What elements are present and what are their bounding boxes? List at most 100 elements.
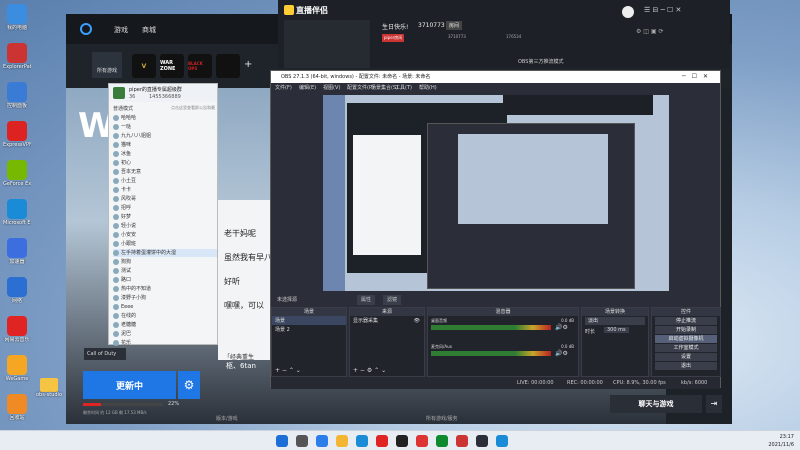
live-room-tag[interactable]: 房间 xyxy=(446,21,463,30)
mixer-mic-mute-icon[interactable]: 🔊⚙ xyxy=(555,350,568,357)
clock[interactable]: 23:17 2021/11/6 xyxy=(768,433,794,449)
user-avatar[interactable] xyxy=(622,6,634,18)
member-row[interactable]: 老糖糖 xyxy=(113,321,217,329)
desktop-folder[interactable]: obs-studio xyxy=(34,378,64,398)
obs-preview[interactable] xyxy=(323,95,669,291)
member-row[interactable]: 初心 xyxy=(113,159,217,167)
taskbar-app-icon[interactable] xyxy=(356,435,368,447)
member-row[interactable]: 猫咪 xyxy=(113,141,217,149)
member-row[interactable]: 好梦 xyxy=(113,213,217,221)
member-row[interactable]: 卡卡 xyxy=(113,186,217,194)
game-version-select[interactable]: Call of Duty xyxy=(84,348,126,360)
member-row[interactable]: 热中的不知道 xyxy=(113,285,217,293)
scene-add-remove[interactable]: + − ⌃ ⌄ xyxy=(275,367,301,374)
member-row[interactable]: 花乐 xyxy=(113,339,217,347)
source-visibility-eye-icon[interactable]: 👁 xyxy=(414,318,420,324)
filters-button[interactable]: 滤镜 xyxy=(383,295,402,305)
desktop-icon[interactable]: 加速器 xyxy=(3,238,31,265)
member-row[interactable]: 一哒 xyxy=(113,123,217,131)
taskbar-app-icon[interactable] xyxy=(316,435,328,447)
live-room-id: 3710773 xyxy=(418,22,445,29)
all-games-tile[interactable]: 所有游戏 xyxy=(92,52,122,78)
member-row[interactable]: 泥巴 xyxy=(113,330,217,338)
obs-menu-item[interactable]: 配置文件(P) xyxy=(347,83,374,93)
control-button[interactable]: 退出 xyxy=(655,362,717,370)
desktop-icon[interactable]: 网易云音乐 xyxy=(3,316,31,343)
update-button[interactable]: 更新中 xyxy=(83,371,176,399)
live-window-controls[interactable]: ☰ ⊟ ─ ☐ ✕ xyxy=(644,6,681,14)
control-button[interactable]: 设置 xyxy=(655,353,717,361)
desktop-icon[interactable]: 网络 xyxy=(3,277,31,304)
launcher-logo-icon[interactable] xyxy=(80,23,92,35)
game-tile-warzone[interactable]: WAR ZONE xyxy=(160,54,184,78)
chat-announce[interactable]: 点击这里查看群公告和最新消息 xyxy=(171,105,215,111)
bottom-label-2[interactable]: 所有游戏/服务 xyxy=(426,415,458,422)
member-row[interactable]: 轻小说 xyxy=(113,222,217,230)
member-row[interactable]: 小跟班 xyxy=(113,240,217,248)
control-button[interactable]: 开始录制 xyxy=(655,326,717,334)
obs-window-controls[interactable]: ─☐✕ xyxy=(682,71,714,83)
chat-mode[interactable]: 普通模式 xyxy=(113,105,133,112)
member-row[interactable]: 哈哈哈 xyxy=(113,114,217,122)
member-row[interactable]: Eeee xyxy=(113,303,217,311)
taskbar-app-icon[interactable] xyxy=(456,435,468,447)
transition-duration-input[interactable]: 300 ms xyxy=(604,327,629,333)
live-toolbar-icons[interactable]: ⚙ ◫ ▣ ⟳ xyxy=(636,28,663,35)
add-game-icon[interactable]: + xyxy=(244,59,252,70)
obs-menu-item[interactable]: 视图(V) xyxy=(323,83,340,93)
taskbar-app-icon[interactable] xyxy=(436,435,448,447)
member-row[interactable]: 狗狗 xyxy=(113,258,217,266)
obs-menu-item[interactable]: 编辑(E) xyxy=(299,83,316,93)
desktop-icon[interactable]: 控制面板 xyxy=(3,82,31,109)
taskbar-app-icon[interactable] xyxy=(296,435,308,447)
member-row[interactable]: 在线的 xyxy=(113,312,217,320)
game-tile-vanguard[interactable]: V xyxy=(132,54,156,78)
properties-button[interactable]: 属性 xyxy=(357,295,376,305)
control-button[interactable]: 启动虚拟摄像机 xyxy=(655,335,717,343)
member-row[interactable]: 风吹哥 xyxy=(113,195,217,203)
member-row[interactable]: 测试 xyxy=(113,267,217,275)
taskbar-app-icon[interactable] xyxy=(276,435,288,447)
start-live-button[interactable]: 聊天与游戏 xyxy=(610,395,702,413)
scene-item-2[interactable]: 场景 2 xyxy=(272,325,346,334)
obs-menu-item[interactable]: 文件(F) xyxy=(275,83,292,93)
desktop-icon[interactable]: ExpressVPN xyxy=(3,121,31,148)
taskbar-app-icon[interactable] xyxy=(496,435,508,447)
exit-arrow-icon[interactable]: ⇥ xyxy=(706,395,722,413)
control-button[interactable]: 工作室模式 xyxy=(655,344,717,352)
game-tile-cod[interactable] xyxy=(216,54,240,78)
mixer-mic-db: 0.0 dB xyxy=(561,344,574,349)
member-row[interactable]: 九九八八姐姐 xyxy=(113,132,217,140)
taskbar-app-icon[interactable] xyxy=(476,435,488,447)
obs-menu-item[interactable]: 工具(T) xyxy=(395,83,412,93)
desktop-icon[interactable]: 回收站 xyxy=(3,394,31,421)
mixer-desktop-mute-icon[interactable]: 🔊⚙ xyxy=(555,324,568,331)
transition-type-select[interactable]: 淡出 xyxy=(585,317,645,325)
control-button[interactable]: 停止推流 xyxy=(655,317,717,325)
member-row[interactable]: 路口 xyxy=(113,276,217,284)
game-tile-blackops[interactable]: BLACK OPS xyxy=(188,54,212,78)
member-row[interactable]: 冰鱼 xyxy=(113,150,217,158)
member-row[interactable]: 招呼 xyxy=(113,204,217,212)
bottom-label[interactable]: 版本/游戏 xyxy=(216,415,238,422)
desktop-icon[interactable]: 我的电脑 xyxy=(3,4,31,31)
taskbar-app-icon[interactable] xyxy=(376,435,388,447)
desktop-icon[interactable]: ExplorerPatcher xyxy=(3,43,31,70)
desktop-icon[interactable]: GeForce Experience xyxy=(3,160,31,187)
tab-games[interactable]: 游戏 xyxy=(114,25,128,35)
member-row[interactable]: 漆野子小狗 xyxy=(113,294,217,302)
obs-menu-item[interactable]: 帮助(H) xyxy=(419,83,437,93)
tab-store[interactable]: 商城 xyxy=(142,25,156,35)
taskbar-app-icon[interactable] xyxy=(416,435,428,447)
desktop-icon[interactable]: WeGame xyxy=(3,355,31,382)
member-row[interactable]: 吾本无意 xyxy=(113,168,217,176)
update-settings-gear-icon[interactable]: ⚙ xyxy=(178,371,200,399)
source-add-remove[interactable]: + − ⚙ ⌃ ⌄ xyxy=(353,367,386,374)
member-row[interactable]: 小安安 xyxy=(113,231,217,239)
desktop-icon[interactable]: Microsoft Edge xyxy=(3,199,31,226)
member-row[interactable]: 左手持着蛋灌饼中的大湿 xyxy=(113,249,217,257)
taskbar-app-icon[interactable] xyxy=(396,435,408,447)
scene-item-1[interactable]: 场景 xyxy=(272,316,346,325)
taskbar-app-icon[interactable] xyxy=(336,435,348,447)
member-row[interactable]: 小土豆 xyxy=(113,177,217,185)
